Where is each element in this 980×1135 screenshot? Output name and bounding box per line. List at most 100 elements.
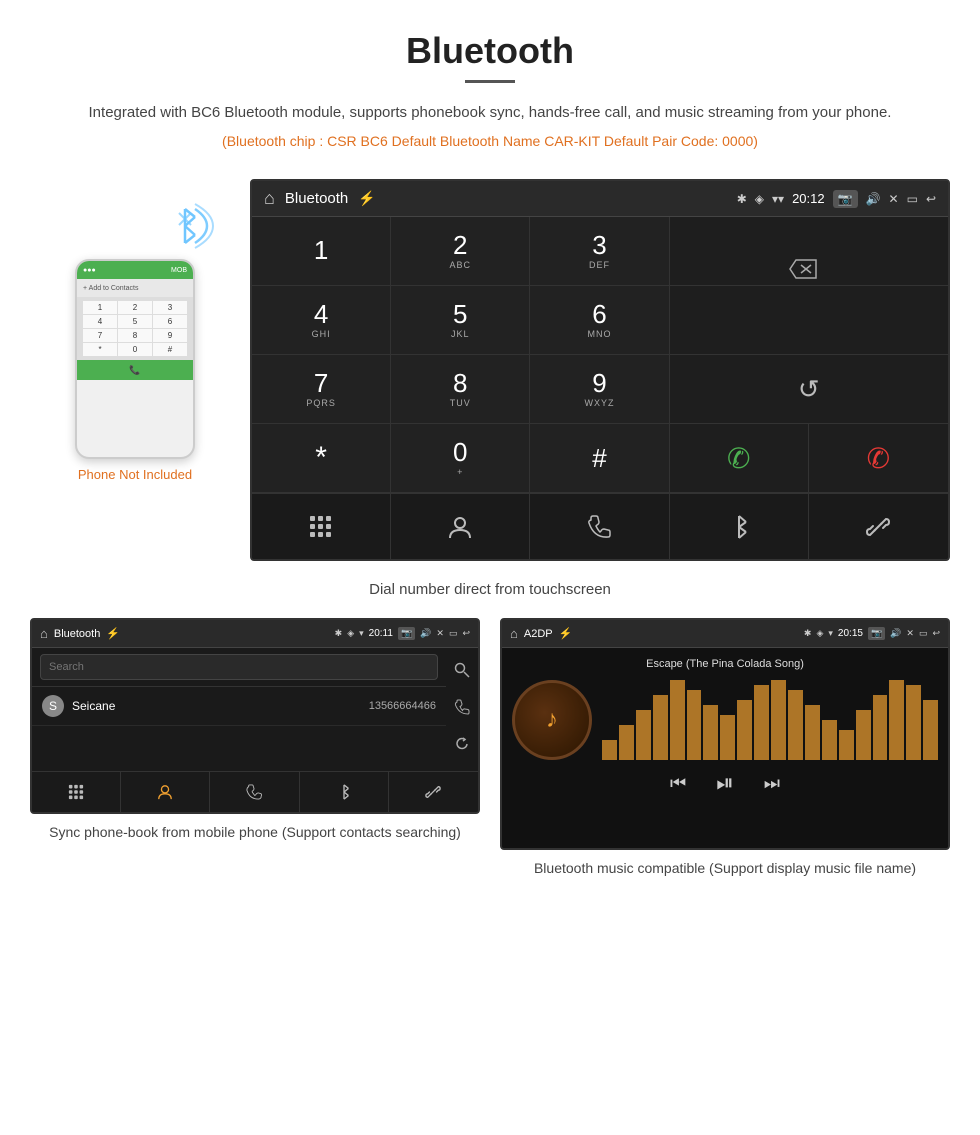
refresh-icon: ↺ [798, 374, 820, 405]
dial-key-4[interactable]: 4 GHI [252, 286, 391, 354]
dial-call-red[interactable]: ✆ [809, 424, 948, 492]
pb-status-left: ⌂ Bluetooth ⚡ [40, 626, 120, 641]
music-album-art: ♪ [512, 680, 592, 760]
phone-not-included-label: Phone Not Included [78, 467, 192, 482]
next-track-button[interactable]: ⏭ [764, 773, 780, 794]
dial-refresh[interactable]: ↺ [670, 355, 948, 423]
music-song-title: Escape (The Pina Colada Song) [512, 658, 938, 670]
phone-key-5: 5 [118, 315, 152, 328]
status-title: Bluetooth [285, 190, 348, 207]
music-screen: ⌂ A2DP ⚡ ✱ ◈ ▾ 20:15 📷 🔊 ✕ ▭ ↩ [500, 618, 950, 850]
music-signal-icon: ▾ [828, 628, 833, 639]
pb-body: S Seicane 13566664466 [32, 648, 478, 771]
pb-nav-dialpad[interactable] [32, 772, 121, 812]
title-divider [465, 80, 515, 83]
dial-key-7[interactable]: 7 PQRS [252, 355, 391, 423]
pb-status-bar: ⌂ Bluetooth ⚡ ✱ ◈ ▾ 20:11 📷 🔊 ✕ ▭ ↩ [32, 620, 478, 648]
delete-button[interactable] [788, 258, 818, 285]
phone-container: ●●● MOB + Add to Contacts 1 2 3 4 5 6 7 … [30, 179, 240, 482]
pb-phone-icon[interactable] [450, 691, 474, 728]
phone-key-star: * [83, 343, 117, 356]
search-row [32, 648, 446, 687]
pb-nav-phone[interactable] [210, 772, 299, 812]
nav-dialpad[interactable] [252, 494, 391, 559]
contact-row[interactable]: S Seicane 13566664466 [32, 687, 446, 726]
volume-icon[interactable]: 🔊 [866, 192, 881, 206]
pb-camera-icon[interactable]: 📷 [398, 627, 415, 640]
pb-status-right: ✱ ◈ ▾ 20:11 📷 🔊 ✕ ▭ ↩ [335, 627, 470, 640]
status-right: ✱ ◈ ▾▾ 20:12 📷 🔊 ✕ ▭ ↩ [737, 190, 936, 208]
phone-key-4: 4 [83, 315, 117, 328]
dial-row-2: 4 GHI 5 JKL 6 MNO [252, 286, 948, 355]
dial-key-3[interactable]: 3 DEF [530, 217, 669, 285]
dial-key-2[interactable]: 2 ABC [391, 217, 530, 285]
home-icon[interactable]: ⌂ [264, 188, 275, 209]
music-note-icon: ♪ [546, 706, 558, 734]
header-specs: (Bluetooth chip : CSR BC6 Default Blueto… [60, 133, 920, 149]
camera-icon[interactable]: 📷 [833, 190, 858, 208]
car-bottom-nav [252, 493, 948, 559]
phonebook-screen: ⌂ Bluetooth ⚡ ✱ ◈ ▾ 20:11 📷 🔊 ✕ ▭ ↩ [30, 618, 480, 814]
pb-refresh-icon[interactable] [450, 728, 474, 765]
contact-name: Seicane [72, 699, 369, 713]
phonebook-panel: ⌂ Bluetooth ⚡ ✱ ◈ ▾ 20:11 📷 🔊 ✕ ▭ ↩ [30, 618, 490, 883]
dial-row-1: 1 2 ABC 3 DEF [252, 217, 948, 286]
dial-key-hash[interactable]: # [530, 424, 669, 492]
music-back-icon[interactable]: ↩ [932, 628, 940, 639]
play-pause-button[interactable]: ⏯ [716, 770, 734, 796]
pb-nav-bluetooth[interactable] [300, 772, 389, 812]
location-icon: ◈ [755, 192, 764, 206]
phone-key-9: 9 [153, 329, 187, 342]
back-icon[interactable]: ↩ [926, 192, 936, 206]
pb-rect-icon[interactable]: ▭ [449, 628, 458, 639]
music-vol-icon[interactable]: 🔊 [890, 628, 901, 639]
signal-icon: ▾▾ [772, 192, 784, 206]
music-caption: Bluetooth music compatible (Support disp… [500, 850, 950, 883]
pb-back-icon[interactable]: ↩ [462, 628, 470, 639]
nav-phone[interactable] [530, 494, 669, 559]
music-close-icon[interactable]: ✕ [906, 628, 914, 639]
dial-caption: Dial number direct from touchscreen [0, 571, 980, 618]
phone-key-2: 2 [118, 301, 152, 314]
dial-row-3: 7 PQRS 8 TUV 9 WXYZ ↺ [252, 355, 948, 424]
dial-key-6[interactable]: 6 MNO [530, 286, 669, 354]
phone-key-3: 3 [153, 301, 187, 314]
music-controls: ⏮ ⏯ ⏭ [512, 760, 938, 802]
pb-home-icon[interactable]: ⌂ [40, 626, 48, 641]
music-camera-icon[interactable]: 📷 [868, 627, 885, 640]
pb-bottom-nav [32, 771, 478, 812]
pb-time: 20:11 [369, 628, 393, 639]
music-status-bar: ⌂ A2DP ⚡ ✱ ◈ ▾ 20:15 📷 🔊 ✕ ▭ ↩ [502, 620, 948, 648]
window-icon[interactable]: ▭ [907, 192, 918, 206]
pb-vol-icon[interactable]: 🔊 [420, 628, 431, 639]
nav-link[interactable] [809, 494, 948, 559]
phone-key-hash: # [153, 343, 187, 356]
nav-contacts[interactable] [391, 494, 530, 559]
music-home-icon[interactable]: ⌂ [510, 626, 518, 641]
dial-key-8[interactable]: 8 TUV [391, 355, 530, 423]
nav-bluetooth[interactable] [670, 494, 809, 559]
call-green-icon: ✆ [727, 442, 750, 475]
music-rect-icon[interactable]: ▭ [919, 628, 928, 639]
music-body: Escape (The Pina Colada Song) ♪ ⏮ ⏯ ⏭ [502, 648, 948, 848]
dial-key-9[interactable]: 9 WXYZ [530, 355, 669, 423]
dial-key-1[interactable]: 1 [252, 217, 391, 285]
dial-call-green[interactable]: ✆ [670, 424, 809, 492]
car-dial-screen: ⌂ Bluetooth ⚡ ✱ ◈ ▾▾ 20:12 📷 🔊 ✕ ▭ ↩ 1 [250, 179, 950, 561]
phone-bottom-bar: 📞 [77, 360, 193, 380]
phone-key-7: 7 [83, 329, 117, 342]
prev-track-button[interactable]: ⏮ [670, 773, 686, 794]
pb-nav-link[interactable] [389, 772, 478, 812]
bt-status-icon: ✱ [737, 192, 747, 206]
dial-key-0[interactable]: 0 + [391, 424, 530, 492]
pb-close-icon[interactable]: ✕ [436, 628, 444, 639]
search-input[interactable] [40, 654, 438, 680]
dial-key-5[interactable]: 5 JKL [391, 286, 530, 354]
music-title: A2DP [524, 628, 553, 640]
close-icon[interactable]: ✕ [889, 192, 899, 206]
pb-nav-contacts-active[interactable] [121, 772, 210, 812]
pb-search-icon[interactable] [450, 654, 474, 691]
dial-key-star[interactable]: * [252, 424, 391, 492]
usb-icon: ⚡ [358, 190, 375, 207]
phone-dialpad: 1 2 3 4 5 6 7 8 9 * 0 # [77, 297, 193, 360]
